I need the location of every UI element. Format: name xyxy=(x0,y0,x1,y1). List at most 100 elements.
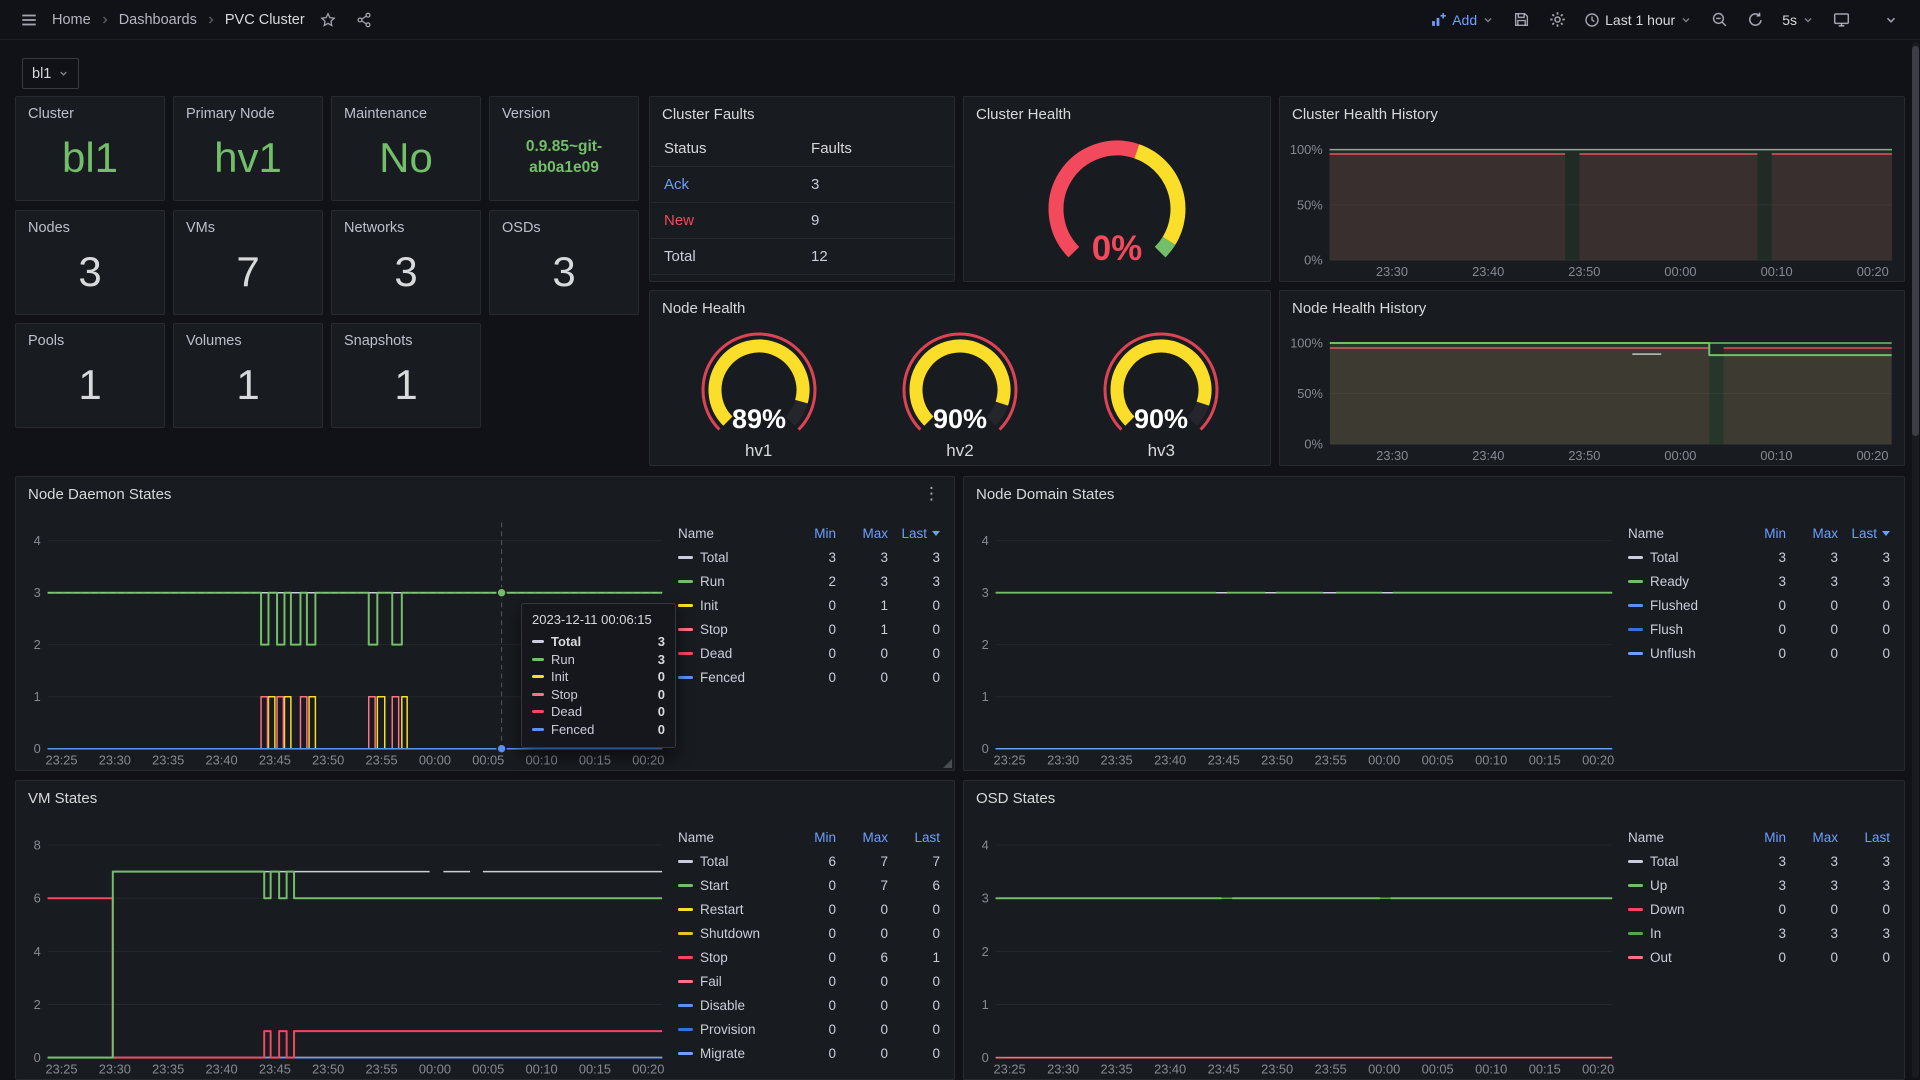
series-color-swatch xyxy=(678,556,693,559)
legend-col-min[interactable]: Min xyxy=(784,526,836,541)
legend-row: Total333 xyxy=(1628,545,1890,569)
monitor-icon[interactable] xyxy=(1826,5,1856,35)
legend-series-label[interactable]: Stop xyxy=(678,622,784,637)
legend-series-label[interactable]: Out xyxy=(1628,950,1734,965)
legend-series-label[interactable]: Total xyxy=(678,550,784,565)
legend-min: 3 xyxy=(1734,854,1786,869)
legend-col-last[interactable]: Last xyxy=(1838,830,1890,845)
legend-col-max[interactable]: Max xyxy=(836,830,888,845)
legend-col-last[interactable]: Last xyxy=(888,526,940,541)
svg-text:4: 4 xyxy=(982,533,989,548)
panel-title[interactable]: VM States xyxy=(28,790,97,807)
legend-series-label[interactable]: Run xyxy=(678,574,784,589)
panel-title[interactable]: Node Daemon States xyxy=(28,486,171,503)
legend-col-max[interactable]: Max xyxy=(1786,526,1838,541)
panel-title[interactable]: Cluster Faults xyxy=(662,106,755,123)
legend-col-name[interactable]: Name xyxy=(678,526,784,541)
save-icon[interactable] xyxy=(1506,5,1536,35)
node-health-history-chart[interactable]: 0%50%100%23:3023:4023:5000:0000:1000:20 xyxy=(1280,325,1904,465)
legend-series-label[interactable]: Total xyxy=(678,854,784,869)
svg-text:23:25: 23:25 xyxy=(994,1061,1026,1076)
legend-col-name[interactable]: Name xyxy=(1628,830,1734,845)
legend-series-label[interactable]: Init xyxy=(678,598,784,613)
scrollbar-thumb[interactable] xyxy=(1912,46,1919,436)
legend-series-label[interactable]: Total xyxy=(1628,854,1734,869)
legend-series-label[interactable]: Flushed xyxy=(1628,598,1734,613)
legend-series-label[interactable]: Up xyxy=(1628,878,1734,893)
panel-title[interactable]: OSD States xyxy=(976,790,1055,807)
legend-max: 3 xyxy=(1786,550,1838,565)
legend-series-label[interactable]: Dead xyxy=(678,646,784,661)
legend-col-min[interactable]: Min xyxy=(1734,830,1786,845)
legend-series-label[interactable]: Shutdown xyxy=(678,926,784,941)
svg-text:23:50: 23:50 xyxy=(1261,1061,1293,1076)
legend-col-min[interactable]: Min xyxy=(784,830,836,845)
legend-series-label[interactable]: Provision xyxy=(678,1022,784,1037)
breadcrumb-home[interactable]: Home xyxy=(50,12,93,28)
legend-row: Fail000 xyxy=(678,969,940,993)
settings-icon[interactable] xyxy=(1542,5,1572,35)
legend-series-label[interactable]: Migrate xyxy=(678,1046,784,1061)
legend-col-name[interactable]: Name xyxy=(678,830,784,845)
legend-col-name[interactable]: Name xyxy=(1628,526,1734,541)
legend-series-label[interactable]: Fenced xyxy=(678,670,784,685)
legend-series-label[interactable]: Total xyxy=(1628,550,1734,565)
osd-states-chart[interactable]: 0123423:2523:3023:3523:4023:4523:5023:55… xyxy=(964,815,1624,1079)
panel-cluster-faults: Cluster Faults Status Faults Ack 3 New 9… xyxy=(649,96,955,282)
vm-states-chart[interactable]: 0246823:2523:3023:3523:4023:4523:5023:55… xyxy=(16,815,674,1079)
series-color-swatch xyxy=(1628,556,1643,559)
svg-text:00:05: 00:05 xyxy=(1422,1061,1454,1076)
series-color-swatch xyxy=(678,1052,693,1055)
legend-max: 0 xyxy=(1786,622,1838,637)
add-button[interactable]: Add xyxy=(1424,5,1500,35)
svg-text:4: 4 xyxy=(34,944,41,959)
legend-col-last[interactable]: Last xyxy=(888,830,940,845)
panel-title[interactable]: Node Health xyxy=(662,300,745,317)
breadcrumb-current-dashboard[interactable]: PVC Cluster xyxy=(223,12,307,28)
legend-col-last[interactable]: Last xyxy=(1838,526,1890,541)
panel-title[interactable]: Node Domain States xyxy=(976,486,1114,503)
vertical-scrollbar[interactable] xyxy=(1912,42,1919,1078)
legend-series-label[interactable]: In xyxy=(1628,926,1734,941)
legend-series-label[interactable]: Stop xyxy=(678,950,784,965)
share-icon[interactable] xyxy=(349,5,379,35)
legend-series-label[interactable]: Fail xyxy=(678,974,784,989)
legend-series-label[interactable]: Disable xyxy=(678,998,784,1013)
legend-max: 7 xyxy=(836,878,888,893)
legend-series-label[interactable]: Restart xyxy=(678,902,784,917)
legend-min: 0 xyxy=(784,1022,836,1037)
star-icon[interactable] xyxy=(313,5,343,35)
svg-text:0%: 0% xyxy=(1304,437,1323,452)
legend-col-min[interactable]: Min xyxy=(1734,526,1786,541)
variable-selector-node[interactable]: bl1 xyxy=(22,58,79,89)
panel-title[interactable]: Cluster Health xyxy=(976,106,1071,123)
svg-text:23:30: 23:30 xyxy=(1376,448,1408,463)
domain-states-chart[interactable]: 0123423:2523:3023:3523:4023:4523:5023:55… xyxy=(964,511,1624,770)
legend-col-max[interactable]: Max xyxy=(1786,830,1838,845)
refresh-interval-picker[interactable]: 5s xyxy=(1776,5,1820,35)
legend-series-label[interactable]: Unflush xyxy=(1628,646,1734,661)
node-health-gauge-hv2: 90%hv2 xyxy=(870,329,1050,461)
time-range-picker[interactable]: Last 1 hour xyxy=(1578,5,1698,35)
zoom-out-icon[interactable] xyxy=(1704,5,1734,35)
svg-text:89%: 89% xyxy=(732,404,786,434)
legend-col-max[interactable]: Max xyxy=(836,526,888,541)
cluster-health-history-chart[interactable]: 0%50%100%23:3023:4023:5000:0000:1000:20 xyxy=(1280,131,1904,281)
legend-series-label[interactable]: Flush xyxy=(1628,622,1734,637)
panel-title[interactable]: Cluster Health History xyxy=(1292,106,1438,123)
panel-add-icon xyxy=(1430,11,1447,28)
legend-series-label[interactable]: Start xyxy=(678,878,784,893)
legend-series-label[interactable]: Ready xyxy=(1628,574,1734,589)
panel-title[interactable]: Node Health History xyxy=(1292,300,1426,317)
panel-resize-handle[interactable] xyxy=(943,759,952,768)
svg-text:3: 3 xyxy=(982,891,989,906)
svg-text:00:10: 00:10 xyxy=(1760,448,1792,463)
legend-last: 0 xyxy=(888,670,940,685)
chevron-down-icon[interactable] xyxy=(1876,5,1906,35)
breadcrumb-dashboards[interactable]: Dashboards xyxy=(117,12,199,28)
panel-menu-icon[interactable]: ⋮ xyxy=(919,484,944,504)
menu-icon[interactable] xyxy=(14,5,44,35)
legend-series-label[interactable]: Down xyxy=(1628,902,1734,917)
series-color-swatch xyxy=(678,676,693,679)
refresh-icon[interactable] xyxy=(1740,5,1770,35)
